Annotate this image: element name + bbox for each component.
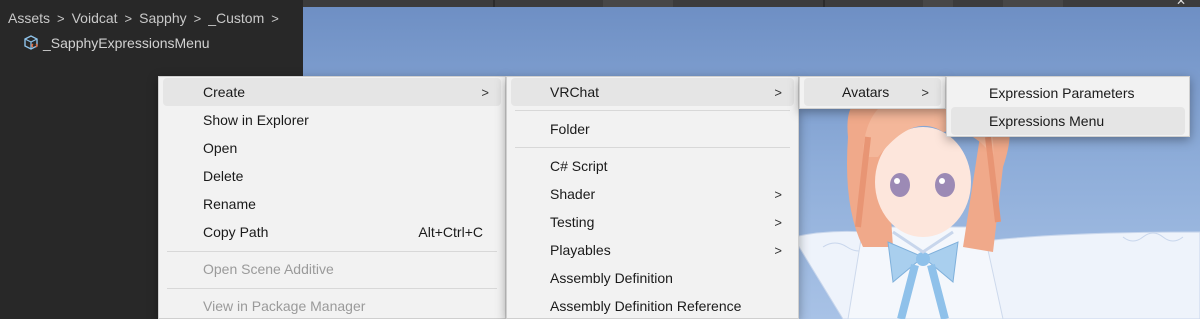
menu-item-label: C# Script [550,158,608,174]
menu-item-label: Avatars [842,84,890,100]
menu-item-delete[interactable]: Delete [163,162,501,190]
menu-item-rename[interactable]: Rename [163,190,501,218]
breadcrumb-voidcat[interactable]: Voidcat [72,10,118,26]
menu-item-label: Assembly Definition [550,270,673,286]
menu-item-label: Testing [550,214,595,230]
menu-item-label: Copy Path [203,224,269,240]
menu-separator [167,251,497,252]
chevron-right-icon: > [774,84,782,100]
breadcrumb: Assets > Voidcat > Sapphy > _Custom > [0,5,303,31]
breadcrumb-separator: > [193,10,202,26]
menu-item-label: Show in Explorer [203,112,309,128]
menu-item-playables[interactable]: Playables > [511,236,794,264]
menu-item-label: Playables [550,242,611,258]
menu-separator [167,288,497,289]
menu-item-assembly-definition-reference[interactable]: Assembly Definition Reference [511,292,794,319]
menu-item-csharp-script[interactable]: C# Script [511,152,794,180]
menu-item-label: Create [203,84,246,100]
menu-item-label: Shader [550,186,596,202]
menu-item-folder[interactable]: Folder [511,115,794,143]
breadcrumb-separator: > [124,10,133,26]
menu-item-testing[interactable]: Testing > [511,208,794,236]
menu-item-copy-path[interactable]: Copy Path Alt+Ctrl+C [163,218,501,246]
menu-item-label: Folder [550,121,590,137]
menu-separator [515,110,790,111]
chevron-right-icon: > [481,84,489,100]
chevron-right-icon: > [774,186,782,202]
menu-item-label: Open Scene Additive [203,261,334,277]
shortcut-label: Alt+Ctrl+C [418,224,483,240]
toolbar-tab[interactable] [603,0,673,7]
menu-item-expressions-menu[interactable]: Expressions Menu [951,107,1185,135]
menu-item-vrchat[interactable]: VRChat > [511,78,794,106]
menu-item-view-in-package-manager: View in Package Manager [163,292,501,319]
vrchat-submenu: Avatars > [799,76,946,109]
breadcrumb-sapphy[interactable]: Sapphy [139,10,186,26]
toolbar-strip: ✕ [303,0,1200,8]
context-menu: Create > Show in Explorer Open Delete Re… [158,76,506,319]
toolbar-tab[interactable] [1003,0,1063,7]
breadcrumb-custom[interactable]: _Custom [208,10,264,26]
menu-item-label: Expression Parameters [989,85,1135,101]
asset-name: _SapphyExpressionsMenu [43,35,210,51]
menu-item-show-in-explorer[interactable]: Show in Explorer [163,106,501,134]
menu-item-create[interactable]: Create > [163,78,501,106]
toolbar-tab[interactable] [923,0,953,7]
create-submenu: VRChat > Folder C# Script Shader > Testi… [506,76,799,319]
menu-item-avatars[interactable]: Avatars > [804,78,941,106]
menu-item-label: View in Package Manager [203,298,366,314]
menu-item-expression-parameters[interactable]: Expression Parameters [951,79,1185,107]
menu-item-label: Assembly Definition Reference [550,298,742,314]
menu-item-assembly-definition[interactable]: Assembly Definition [511,264,794,292]
menu-item-open-scene-additive: Open Scene Additive [163,255,501,283]
breadcrumb-assets[interactable]: Assets [8,10,50,26]
chevron-right-icon: > [774,214,782,230]
chevron-right-icon: > [774,242,782,258]
menu-item-open[interactable]: Open [163,134,501,162]
menu-item-label: Delete [203,168,244,184]
menu-separator [515,147,790,148]
scriptable-object-icon [24,35,38,50]
avatars-submenu: Expression Parameters Expressions Menu [946,76,1190,137]
menu-item-label: Open [203,140,238,156]
menu-item-shader[interactable]: Shader > [511,180,794,208]
chevron-right-icon: > [921,84,929,100]
menu-item-label: Rename [203,196,256,212]
menu-item-label: VRChat [550,84,600,100]
breadcrumb-separator: > [271,10,279,26]
menu-item-label: Expressions Menu [989,113,1105,129]
asset-item[interactable]: _SapphyExpressionsMenu [22,34,210,52]
breadcrumb-separator: > [57,10,65,26]
